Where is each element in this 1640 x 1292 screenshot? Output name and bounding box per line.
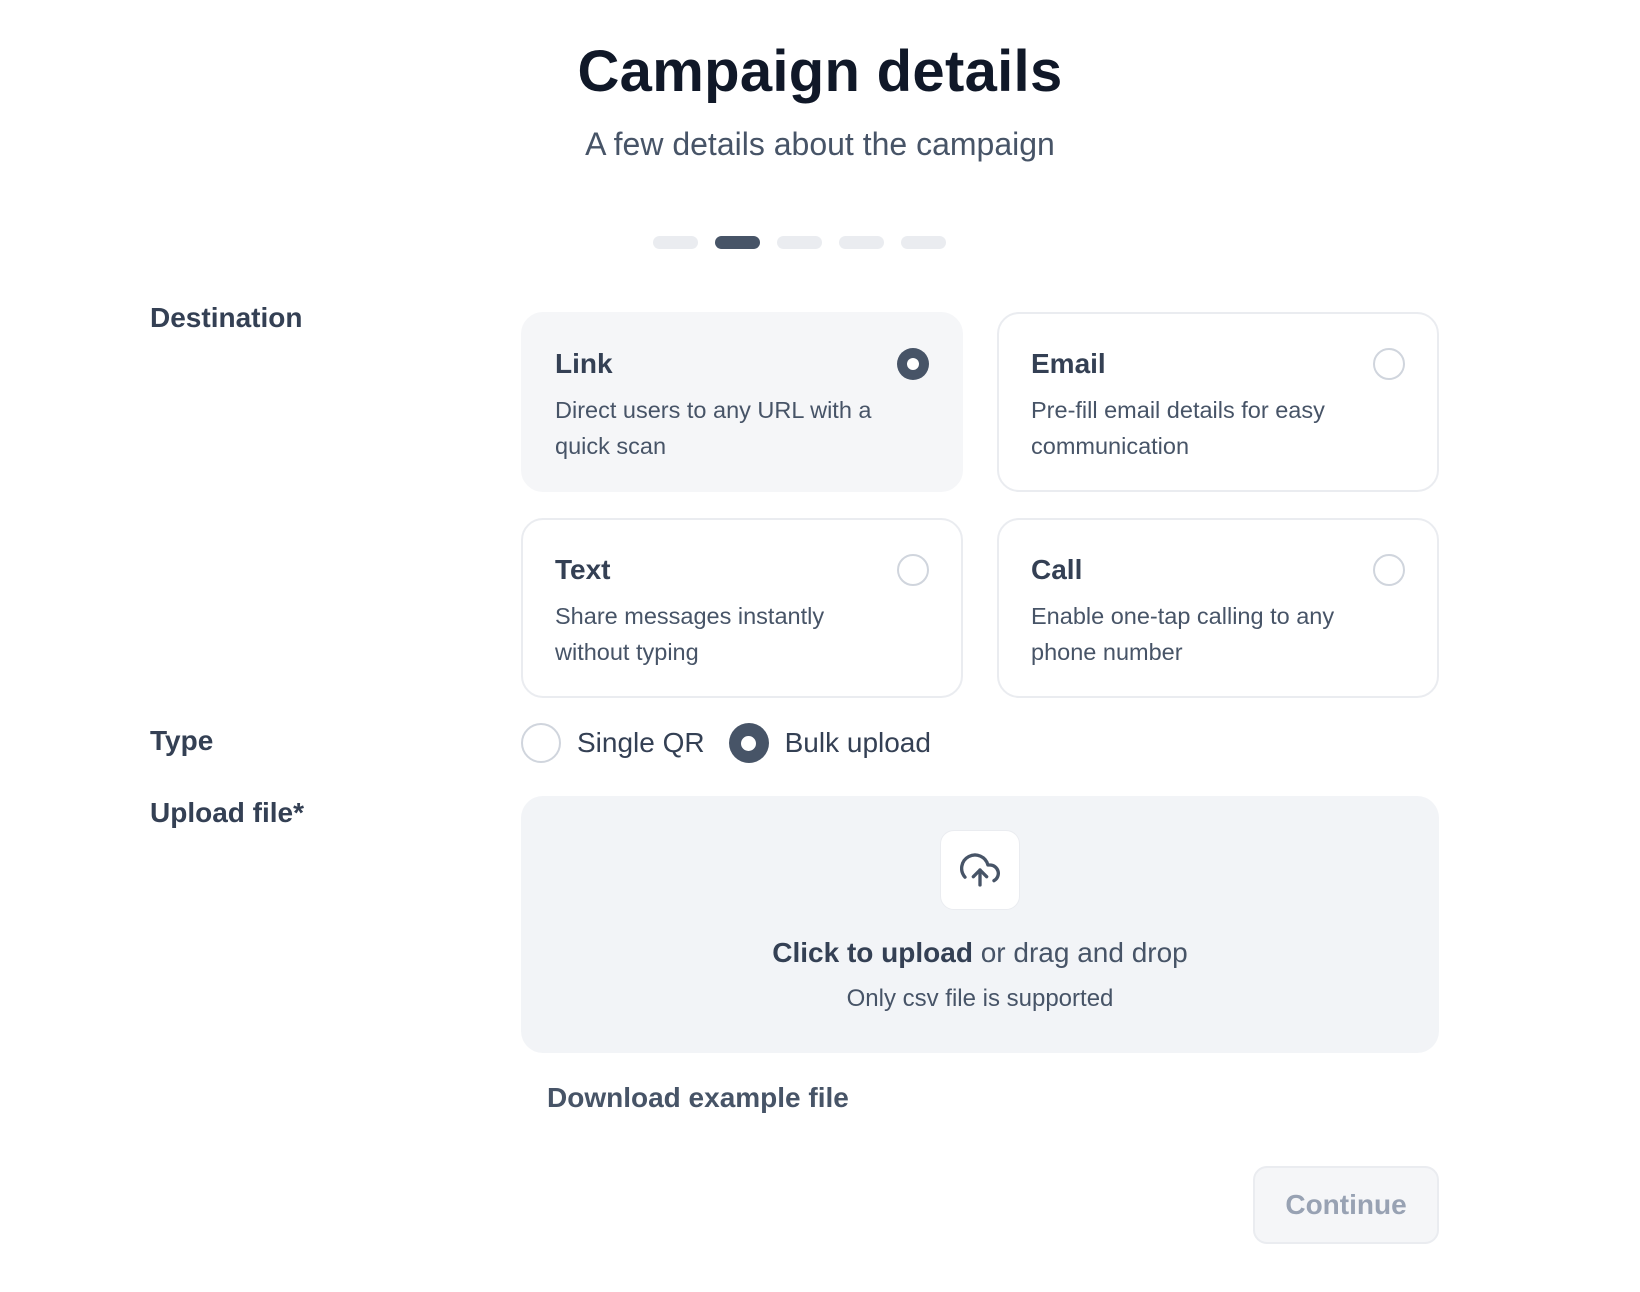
step-indicator-1	[653, 236, 698, 249]
file-upload-dropzone[interactable]: Click to upload or drag and drop Only cs…	[521, 796, 1439, 1053]
drag-and-drop-text: or drag and drop	[972, 937, 1188, 968]
option-title: Email	[1031, 348, 1106, 379]
upload-cloud-icon	[960, 853, 1000, 887]
option-title: Text	[555, 554, 611, 585]
option-description: Pre-fill email details for easy communic…	[1031, 397, 1325, 459]
destination-option-call[interactable]: Call Enable one-tap calling to any phone…	[997, 518, 1439, 698]
type-option-bulk-upload[interactable]: Bulk upload	[728, 723, 931, 763]
continue-button[interactable]: Continue	[1253, 1166, 1439, 1244]
radio-checked-icon[interactable]	[897, 348, 929, 380]
radio-unchecked-icon[interactable]	[1373, 348, 1405, 380]
radio-checked-icon[interactable]	[728, 723, 769, 763]
step-indicator-2-current	[715, 236, 760, 249]
step-indicator-3	[777, 236, 822, 249]
option-title: Call	[1031, 554, 1083, 585]
upload-file-label: Upload file*	[150, 797, 305, 828]
page-subtitle: A few details about the campaign	[585, 126, 1055, 162]
step-indicator-5	[901, 236, 946, 249]
upload-file-type-hint: Only csv file is supported	[846, 985, 1114, 1012]
progress-stepper	[653, 236, 946, 249]
click-to-upload-link[interactable]: Click to upload	[772, 937, 973, 968]
type-option-label: Bulk upload	[784, 727, 931, 758]
option-description: Enable one-tap calling to any phone numb…	[1031, 603, 1335, 665]
radio-unchecked-icon[interactable]	[897, 554, 929, 586]
option-description: Direct users to any URL with a quick sca…	[555, 397, 872, 459]
page-title: Campaign details	[577, 39, 1063, 104]
upload-instructions: Click to upload or drag and drop	[521, 937, 1439, 969]
type-option-label: Single QR	[577, 727, 705, 758]
destination-option-link[interactable]: Link Direct users to any URL with a quic…	[521, 312, 963, 492]
download-example-file-link[interactable]: Download example file	[547, 1082, 849, 1114]
destination-label: Destination	[150, 302, 303, 333]
destination-option-text[interactable]: Text Share messages instantly without ty…	[521, 518, 963, 698]
radio-unchecked-icon[interactable]	[1373, 554, 1405, 586]
destination-options: Link Direct users to any URL with a quic…	[521, 312, 1439, 698]
destination-option-email[interactable]: Email Pre-fill email details for easy co…	[997, 312, 1439, 492]
type-option-single-qr[interactable]: Single QR	[521, 723, 705, 763]
radio-unchecked-icon[interactable]	[521, 723, 561, 763]
upload-icon-container	[940, 830, 1020, 910]
type-radio-group: Single QR Bulk upload	[521, 723, 931, 763]
option-title: Link	[555, 348, 613, 379]
option-description: Share messages instantly without typing	[555, 603, 825, 665]
campaign-details-page: Campaign details A few details about the…	[0, 0, 1640, 1292]
type-label: Type	[150, 725, 214, 756]
step-indicator-4	[839, 236, 884, 249]
